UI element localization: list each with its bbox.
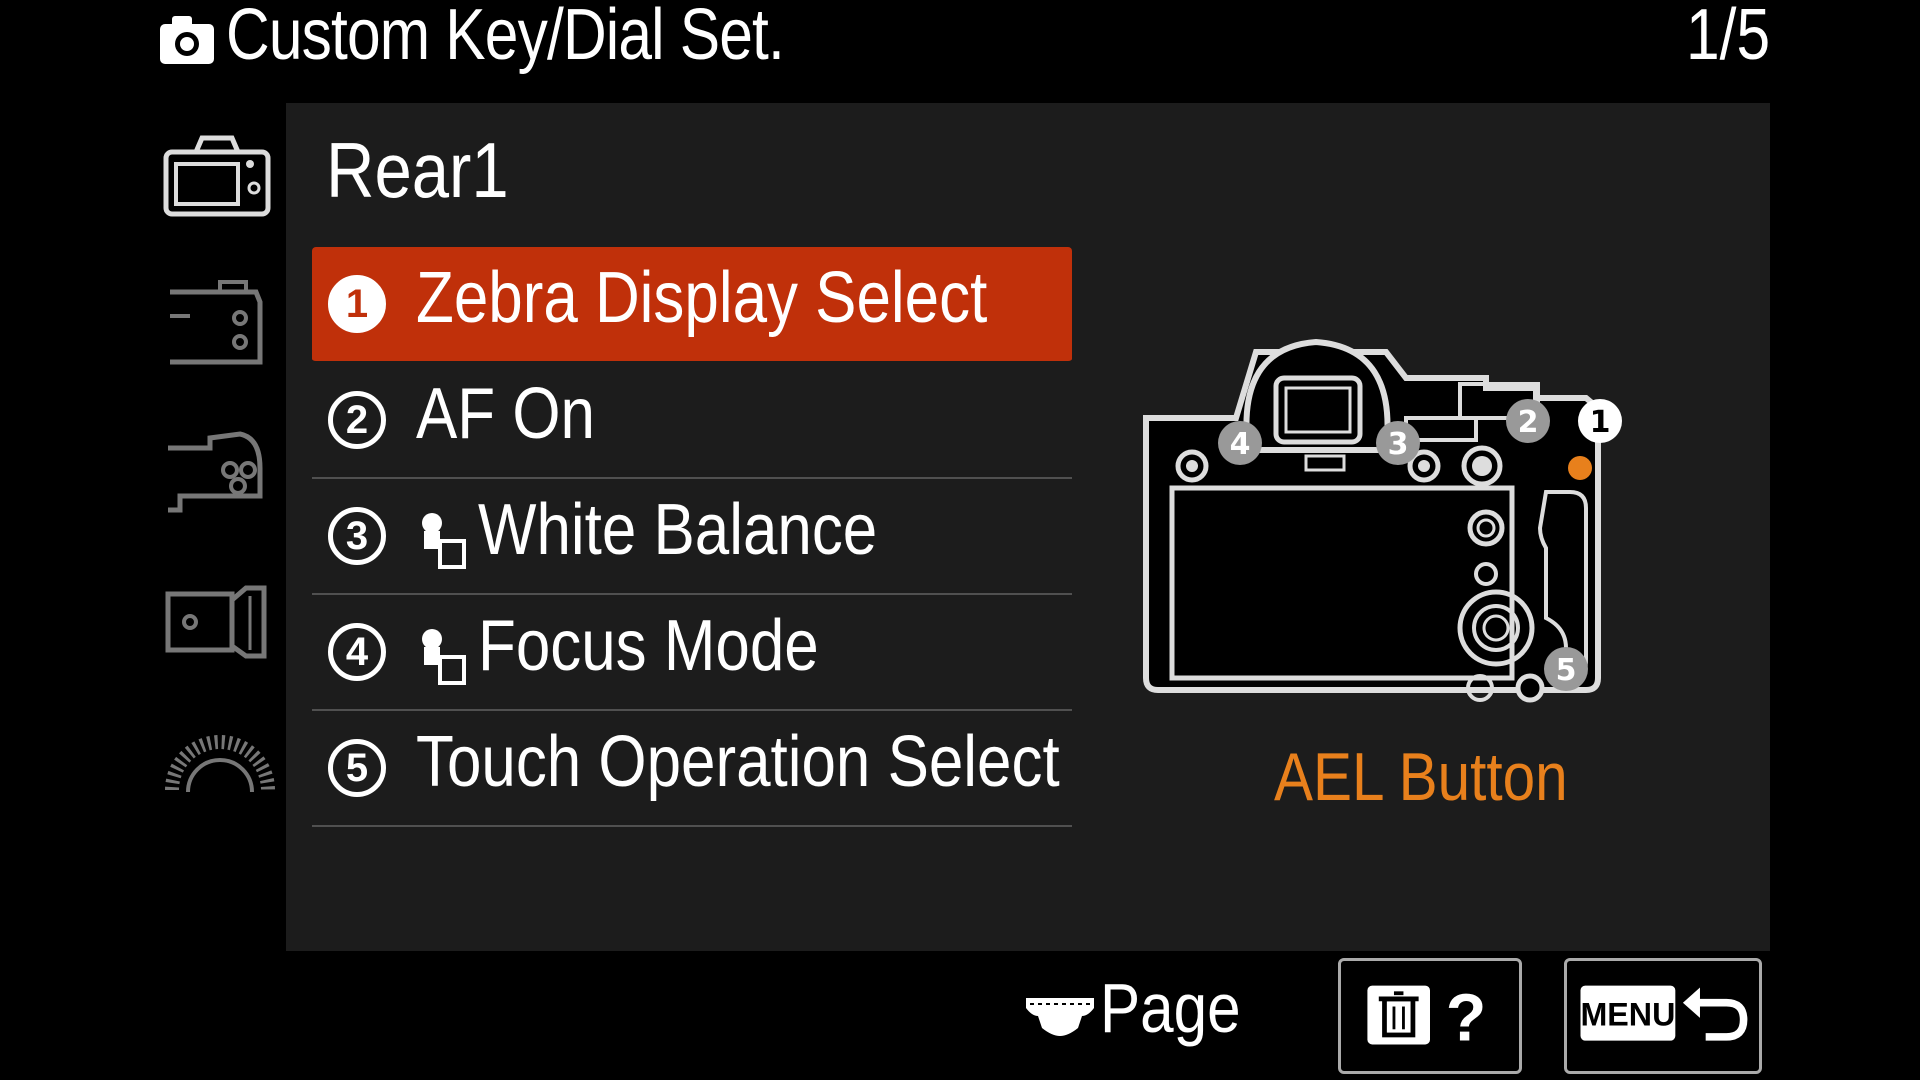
number-badge: 1 bbox=[328, 275, 386, 333]
number-badge: 2 bbox=[328, 391, 386, 449]
menu-item-label: AF On bbox=[416, 374, 595, 454]
menu-item-2[interactable]: 2 AF On bbox=[312, 363, 1072, 479]
menu-item-1[interactable]: 1 Zebra Display Select bbox=[312, 247, 1072, 363]
menu-back-button[interactable]: MENU bbox=[1564, 958, 1762, 1074]
camera-rear-icon[interactable] bbox=[160, 128, 280, 228]
menu-item-label: White Balance bbox=[478, 490, 878, 570]
menu-label: MENU bbox=[1580, 996, 1675, 1032]
dial-icon[interactable] bbox=[160, 720, 280, 820]
diagram-label-1: 1 bbox=[1590, 405, 1611, 440]
menu-item-4[interactable]: 4 Focus Mode bbox=[312, 595, 1072, 711]
number-badge: 3 bbox=[328, 507, 386, 565]
help-button[interactable]: ? bbox=[1338, 958, 1522, 1074]
number-badge: 4 bbox=[328, 623, 386, 681]
diagram-label-5: 5 bbox=[1556, 653, 1577, 688]
settings-panel: Rear1 1 Zebra Display Select 2 AF On 3 W… bbox=[286, 103, 1770, 951]
menu-item-3[interactable]: 3 White Balance bbox=[312, 479, 1072, 595]
help-label: ? bbox=[1446, 982, 1487, 1056]
camera-grip-icon[interactable] bbox=[160, 418, 280, 518]
group-title: Rear1 bbox=[326, 126, 509, 214]
still-movie-assign-icon bbox=[422, 629, 466, 685]
camera-icon bbox=[160, 16, 214, 64]
menu-item-label: Touch Operation Select bbox=[416, 722, 1060, 802]
menu-item-label: Zebra Display Select bbox=[416, 258, 988, 338]
camera-side-right-icon[interactable] bbox=[160, 272, 280, 372]
diagram-label-3: 3 bbox=[1388, 427, 1409, 462]
menu-item-5[interactable]: 5 Touch Operation Select bbox=[312, 711, 1072, 827]
page-indicator: 1/5 bbox=[1685, 0, 1770, 75]
assigned-function-name: AEL Button bbox=[1274, 739, 1568, 815]
front-dial-icon bbox=[1026, 998, 1094, 1036]
page-label: Page bbox=[1100, 969, 1241, 1047]
camera-lens-side-icon[interactable] bbox=[160, 570, 280, 670]
menu-list: 1 Zebra Display Select 2 AF On 3 White B… bbox=[312, 247, 1072, 827]
number-badge: 5 bbox=[328, 739, 386, 797]
menu-item-label: Focus Mode bbox=[478, 606, 819, 686]
camera-rear-diagram: 1 2 3 4 5 bbox=[1143, 338, 1622, 703]
diagram-label-2: 2 bbox=[1518, 405, 1539, 440]
screen-title: Custom Key/Dial Set. bbox=[226, 0, 785, 75]
diagram-label-4: 4 bbox=[1230, 427, 1251, 462]
still-movie-assign-icon bbox=[422, 513, 466, 569]
